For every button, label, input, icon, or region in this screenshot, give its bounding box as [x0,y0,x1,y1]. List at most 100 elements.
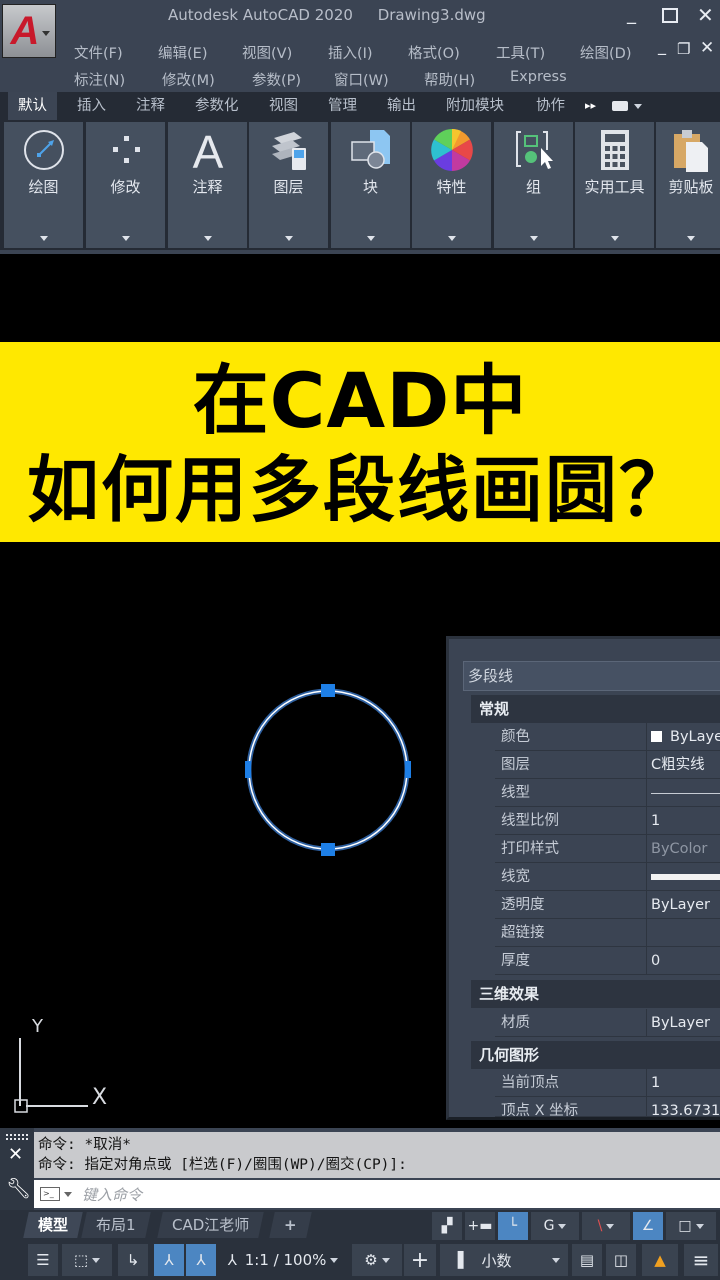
prop-row-transparency[interactable]: 透明度 ByLayer [495,891,720,919]
application-menu-button[interactable]: A [2,4,56,58]
grip-bottom[interactable] [321,843,335,856]
view-cube-icon[interactable]: ⬚ [62,1244,112,1276]
grip-top[interactable] [321,684,335,697]
workspace-gear-icon[interactable]: ⚙ [352,1244,402,1276]
prop-row-linetype[interactable]: 线型 [495,779,720,807]
prop-row-material[interactable]: 材质 ByLayer [495,1009,720,1037]
prop-row-current-vertex[interactable]: 当前顶点 1 [495,1069,720,1097]
chevron-down-icon[interactable] [447,236,456,241]
doc-minimize-icon[interactable]: _ [658,36,666,55]
prop-value[interactable] [647,919,720,946]
prop-row-hyperlink[interactable]: 超链接 [495,919,720,947]
prop-value[interactable] [647,863,720,890]
panel-layers[interactable]: 图层 [249,122,328,248]
maximize-icon[interactable] [662,8,678,23]
menu-icon[interactable]: ≡ [684,1244,718,1276]
tab-default[interactable]: 默认 [8,92,57,120]
prop-row-lineweight[interactable]: 线宽 [495,863,720,891]
prop-value[interactable]: ByLayer [647,1009,720,1036]
chevron-down-icon[interactable] [634,104,642,109]
tab-output[interactable]: 输出 [387,92,416,120]
category-general[interactable]: 常规 [471,695,720,723]
tab-collaborate[interactable]: 协作 [536,92,565,120]
chevron-down-icon[interactable] [366,236,375,241]
category-3d-effects[interactable]: 三维效果 [471,980,720,1008]
plus-icon[interactable]: + [404,1244,436,1276]
grip-right[interactable] [405,761,411,778]
tab-cad-teacher[interactable]: CAD江老师 [157,1212,265,1238]
chevron-down-icon[interactable] [284,236,293,241]
prop-row-linetype-scale[interactable]: 线型比例 1 [495,807,720,835]
quick-properties-icon[interactable]: ▤ [572,1244,602,1276]
tab-parametric[interactable]: 参数化 [195,92,239,120]
close-icon[interactable]: ✕ [697,3,714,27]
tab-annotate[interactable]: 注释 [136,92,165,120]
customization-icon[interactable]: ☰ [28,1244,58,1276]
prop-value[interactable]: ByLayer [647,891,720,918]
panel-group[interactable]: 组 [494,122,573,248]
prop-row-plot-style[interactable]: 打印样式 ByColor [495,835,720,863]
auto-scale-icon[interactable]: ⅄ [186,1244,216,1276]
close-icon[interactable]: ✕ [8,1144,23,1165]
tab-insert[interactable]: 插入 [77,92,106,120]
prop-row-color[interactable]: 颜色 ByLayer [495,723,720,751]
graphics-warning-icon[interactable]: ▲ [642,1244,678,1276]
tab-addins[interactable]: 附加模块 [446,92,504,120]
chevron-down-icon[interactable] [39,236,48,241]
prop-value[interactable] [647,779,720,806]
prop-row-layer[interactable]: 图层 C粗实线 [495,751,720,779]
panel-utilities[interactable]: 实用工具 [575,122,654,248]
tab-model[interactable]: 模型 [23,1212,83,1238]
command-input[interactable]: >_ 键入命令 [34,1180,720,1208]
doc-restore-icon[interactable]: ❐ [677,40,690,58]
object-type-dropdown[interactable]: 多段线 [463,661,720,691]
menu-modify[interactable]: 修改(M) [162,69,252,90]
menu-tools[interactable]: 工具(T) [496,42,580,63]
panel-clipboard[interactable]: 剪贴板 [656,122,720,248]
tab-view[interactable]: 视图 [269,92,298,120]
menu-format[interactable]: 格式(O) [408,42,496,63]
menu-draw[interactable]: 绘图(D) [580,42,631,63]
tab-manage[interactable]: 管理 [328,92,357,120]
panel-modify[interactable]: 修改 [86,122,165,248]
panel-draw[interactable]: 绘图 [4,122,83,248]
object-snap-icon[interactable]: □ [666,1212,716,1240]
chevron-down-icon[interactable] [64,1191,72,1197]
panel-annotate[interactable]: A 注释 [168,122,247,248]
chevron-down-icon[interactable] [203,236,212,241]
panel-toggle-icon[interactable] [612,101,628,111]
drag-handle-icon[interactable] [6,1134,28,1140]
prop-value[interactable]: C粗实线 [647,751,720,778]
selection-cycling-icon[interactable]: ◫ [606,1244,636,1276]
minimize-icon[interactable]: _ [627,4,636,25]
dynamic-input-icon[interactable]: +▬ [465,1212,495,1240]
object-snap-tracking-icon[interactable]: ∠ [633,1212,663,1240]
menu-insert[interactable]: 插入(I) [328,42,408,63]
prop-value[interactable]: 133.6731 [647,1097,720,1116]
prop-row-thickness[interactable]: 厚度 0 [495,947,720,975]
menu-dimension[interactable]: 标注(N) [74,69,162,90]
add-layout-button[interactable]: + [269,1212,312,1238]
grip-left[interactable] [245,761,251,778]
panel-properties[interactable]: 特性 [412,122,491,248]
chevron-down-icon[interactable] [610,236,619,241]
selected-circle-polyline[interactable] [240,680,420,860]
ortho-mode-icon[interactable]: └ [498,1212,528,1240]
prop-value[interactable]: ByLayer [647,723,720,750]
tab-layout1[interactable]: 布局1 [81,1212,151,1238]
panel-block[interactable]: 块 [331,122,410,248]
chevron-down-icon[interactable] [529,236,538,241]
doc-close-icon[interactable]: ✕ [700,38,714,58]
chevron-down-icon[interactable] [687,236,695,241]
more-tabs-icon[interactable]: ▸▸ [585,92,596,120]
menu-help[interactable]: 帮助(H) [424,69,510,90]
units-dropdown[interactable]: ▐ 小数 [440,1244,568,1276]
wrench-icon[interactable]: 🔧︎ [6,1176,31,1200]
prop-value[interactable]: 1 [647,1069,720,1096]
annotation-scale[interactable]: ⅄ 1:1 / 100% [218,1244,348,1276]
category-geometry[interactable]: 几何图形 [471,1041,720,1069]
ucs-toggle-icon[interactable]: ↳ [118,1244,148,1276]
menu-view[interactable]: 视图(V) [242,42,328,63]
menu-express[interactable]: Express [510,69,567,90]
menu-file[interactable]: 文件(F) [74,42,158,63]
